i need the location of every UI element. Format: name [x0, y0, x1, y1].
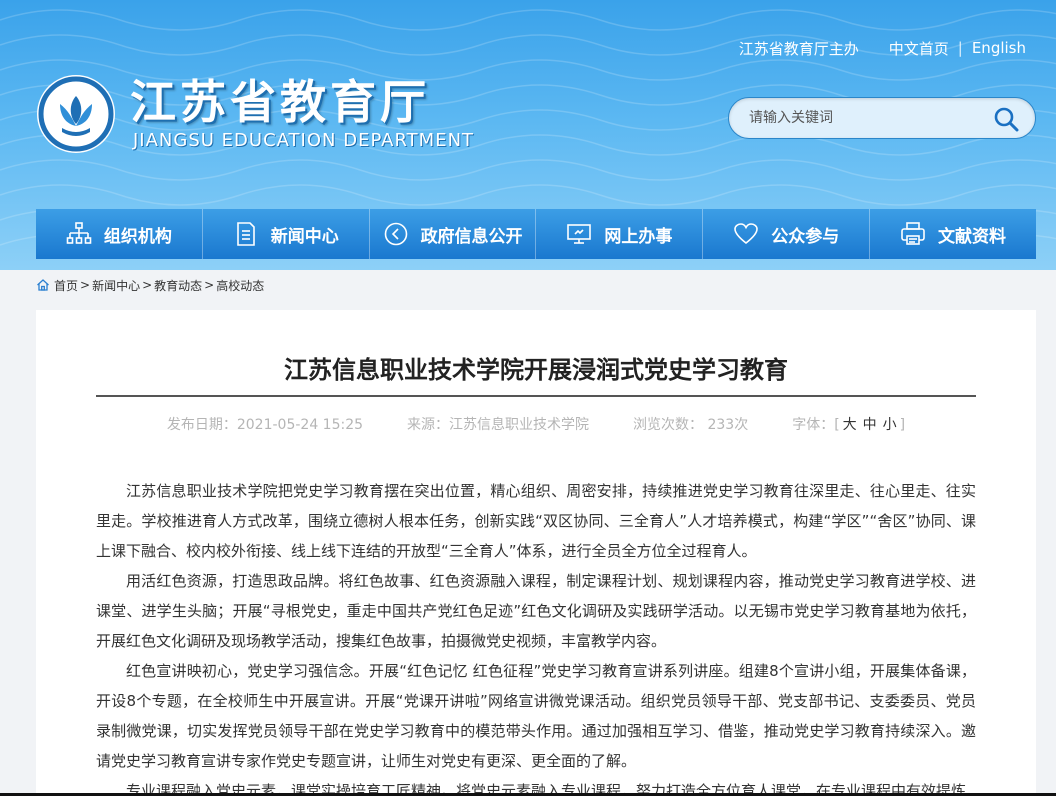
nav-label: 组织机构 [103, 226, 172, 247]
printer-icon [901, 222, 925, 245]
site-subtitle: JIANGSU EDUCATION DEPARTMENT [133, 130, 475, 151]
nav-label: 网上办事 [604, 226, 673, 247]
article-paragraph: 江苏信息职业技术学院把党史学习教育摆在突出位置，精心组织、周密安排，持续推进党史… [96, 482, 976, 560]
host-link[interactable]: 江苏省教育厅主办 [739, 38, 859, 59]
home-icon [37, 279, 49, 291]
nav-item-online-service[interactable]: 网上办事 [536, 209, 704, 259]
main-nav: 组织机构 新闻中心 政府信息公开 网上办事 公众参与 文献资料 [36, 209, 1036, 259]
font-size-medium[interactable]: 中 [863, 417, 877, 433]
font-size-large[interactable]: 大 [843, 417, 857, 433]
breadcrumb-edu-news[interactable]: 教育动态 [154, 277, 202, 294]
info-play-icon [384, 222, 407, 246]
search-input[interactable] [749, 98, 989, 138]
breadcrumb-home[interactable]: 首页 [54, 277, 78, 294]
search-icon[interactable] [993, 106, 1019, 132]
nav-label: 新闻中心 [270, 226, 339, 247]
breadcrumb-university-news[interactable]: 高校动态 [216, 277, 264, 294]
article-paragraph: 用活红色资源，打造思政品牌。将红色故事、红色资源融入课程，制定课程计划、规划课程… [96, 572, 976, 650]
emblem-logo-icon[interactable] [36, 74, 116, 154]
article-meta: 发布日期：2021-05-24 15:25 来源：江苏信息职业技术学院 浏览次数… [96, 414, 976, 434]
breadcrumb: 首页 > 新闻中心 > 教育动态 > 高校动态 [36, 276, 264, 294]
nav-item-org[interactable]: 组织机构 [36, 209, 203, 259]
article-paragraph: 红色宣讲映初心，党史学习强信念。开展“红色记忆 红色征程”党史学习教育宣讲系列讲… [96, 662, 976, 770]
site-title: 江苏省教育厅 [130, 75, 430, 129]
document-icon [236, 222, 255, 246]
nav-label: 政府信息公开 [420, 226, 523, 247]
chinese-home-link[interactable]: 中文首页 [889, 38, 949, 59]
nav-item-gov-info[interactable]: 政府信息公开 [370, 209, 537, 259]
top-links: 江苏省教育厅主办 中文首页 | English [739, 38, 1026, 58]
org-chart-icon [66, 222, 92, 244]
font-size-close: ] [899, 417, 906, 433]
title-divider [96, 395, 976, 397]
nav-label: 文献资料 [938, 226, 1007, 247]
search-box [728, 97, 1036, 139]
font-size-label: 字体：[ [792, 417, 840, 433]
link-separator: | [957, 39, 963, 57]
font-size-small[interactable]: 小 [883, 417, 897, 433]
view-count: 浏览次数： 233次 [633, 417, 749, 433]
breadcrumb-news[interactable]: 新闻中心 [92, 277, 140, 294]
english-link[interactable]: English [972, 39, 1026, 57]
publish-date: 发布日期：2021-05-24 15:25 [166, 417, 364, 433]
article-source: 来源：江苏信息职业技术学院 [407, 417, 590, 433]
nav-label: 公众参与 [771, 226, 840, 247]
article-body: 江苏信息职业技术学院把党史学习教育摆在突出位置，精心组织、周密安排，持续推进党史… [96, 476, 976, 796]
article-title: 江苏信息职业技术学院开展浸润式党史学习教育 [284, 356, 788, 384]
breadcrumb-sep: > [204, 278, 215, 292]
article-panel: 江苏信息职业技术学院开展浸润式党史学习教育 发布日期：2021-05-24 15… [36, 310, 1036, 796]
breadcrumb-sep: > [142, 278, 153, 292]
nav-item-documents[interactable]: 文献资料 [870, 209, 1036, 259]
breadcrumb-sep: > [80, 278, 91, 292]
font-size-control: 字体：[大中小] [792, 414, 905, 434]
nav-item-public-participation[interactable]: 公众参与 [703, 209, 871, 259]
monitor-icon [567, 224, 592, 244]
nav-item-news[interactable]: 新闻中心 [203, 209, 370, 259]
heart-icon [734, 223, 759, 245]
